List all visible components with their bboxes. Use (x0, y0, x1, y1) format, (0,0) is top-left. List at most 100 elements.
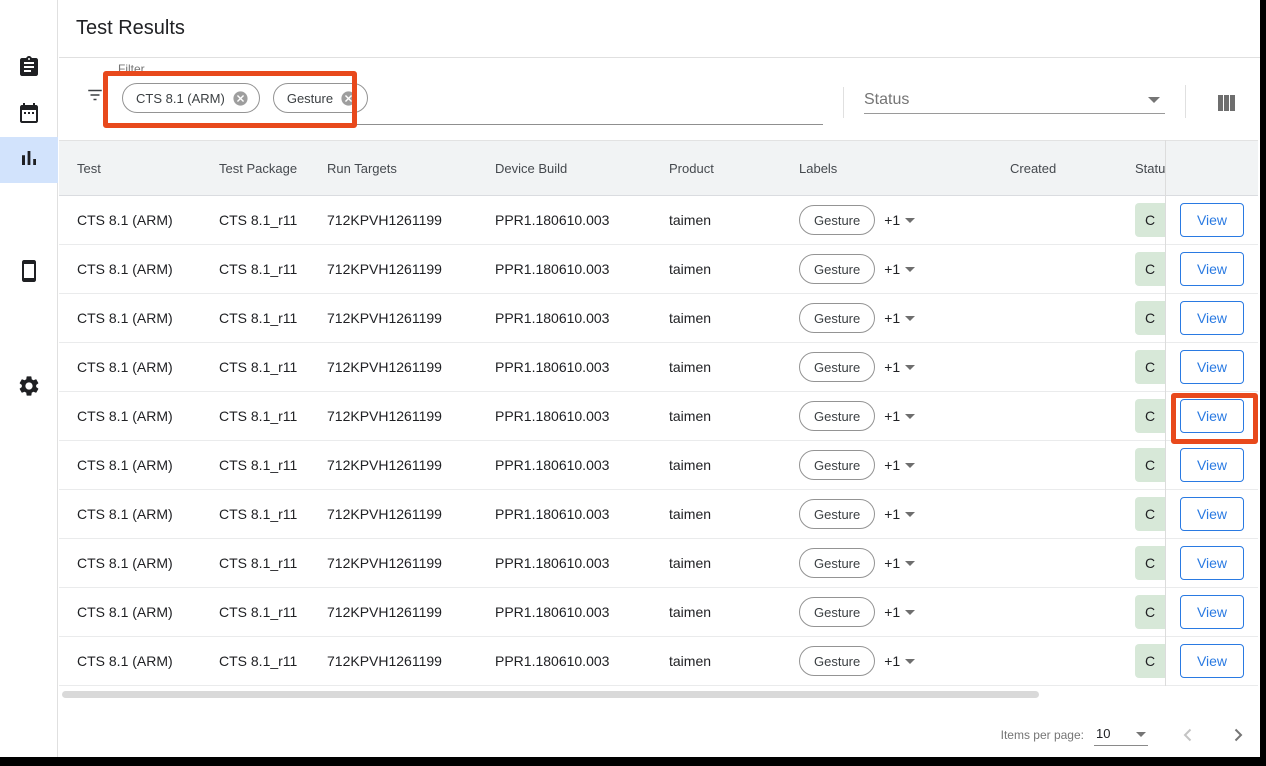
column-header-created: Created (1010, 161, 1135, 176)
more-labels-expander[interactable]: +1 (884, 555, 915, 571)
cell-product: taimen (669, 506, 799, 522)
table-header-row: TestTest PackageRun TargetsDevice BuildP… (59, 140, 1165, 196)
filter-chip-cts[interactable]: CTS 8.1 (ARM) (122, 83, 260, 113)
more-labels-expander[interactable]: +1 (884, 653, 915, 669)
sidebar-item-settings[interactable] (0, 365, 58, 411)
items-per-page-label: Items per page: (1001, 728, 1084, 742)
action-cell: View (1166, 343, 1258, 392)
view-button[interactable]: View (1180, 448, 1244, 482)
status-badge: C (1135, 644, 1165, 678)
page-size-value: 10 (1096, 726, 1110, 741)
status-badge: C (1135, 301, 1165, 335)
cell-test: CTS 8.1 (ARM) (59, 506, 219, 522)
cell-test: CTS 8.1 (ARM) (59, 310, 219, 326)
filter-list-icon[interactable] (86, 88, 104, 102)
cell-labels: Gesture +1 (799, 450, 1010, 480)
page-title: Test Results (76, 17, 185, 40)
label-chip: Gesture (799, 450, 875, 480)
more-labels-expander[interactable]: +1 (884, 261, 915, 277)
columns-icon[interactable] (1218, 95, 1236, 111)
status-badge: C (1135, 546, 1165, 580)
cell-device-build: PPR1.180610.003 (495, 457, 669, 473)
chevron-down-icon (905, 561, 915, 566)
filter-chip-gesture[interactable]: Gesture (273, 83, 368, 113)
cell-run-targets: 712KPVH1261199 (327, 310, 495, 326)
page-size-select[interactable]: 10 (1094, 724, 1148, 746)
cell-status: C (1135, 448, 1165, 482)
horizontal-scrollbar[interactable] (62, 691, 1039, 698)
table-row: CTS 8.1 (ARM)CTS 8.1_r11712KPVH1261199PP… (59, 245, 1165, 294)
status-select[interactable]: Status (864, 86, 1165, 114)
view-button[interactable]: View (1180, 644, 1244, 678)
cell-status: C (1135, 301, 1165, 335)
toolbar-divider (1185, 85, 1186, 118)
cell-test-package: CTS 8.1_r11 (219, 212, 327, 228)
cell-status: C (1135, 497, 1165, 531)
view-button[interactable]: View (1180, 203, 1244, 237)
cell-run-targets: 712KPVH1261199 (327, 653, 495, 669)
more-labels-expander[interactable]: +1 (884, 408, 915, 424)
cell-device-build: PPR1.180610.003 (495, 310, 669, 326)
status-select-underline (864, 113, 1165, 114)
pinned-action-column: View View View View View View View View View View (1165, 140, 1258, 686)
cell-product: taimen (669, 310, 799, 326)
window-edge-right (1260, 0, 1266, 766)
cell-product: taimen (669, 457, 799, 473)
next-page-button[interactable] (1226, 723, 1250, 747)
view-button[interactable]: View (1180, 301, 1244, 335)
sidebar-item-devices[interactable] (0, 250, 58, 296)
cell-test-package: CTS 8.1_r11 (219, 555, 327, 571)
view-button[interactable]: View (1180, 546, 1244, 580)
chevron-down-icon (1136, 732, 1146, 737)
cell-test: CTS 8.1 (ARM) (59, 408, 219, 424)
previous-page-button[interactable] (1176, 723, 1200, 747)
cell-status: C (1135, 203, 1165, 237)
action-cell: View (1166, 294, 1258, 343)
more-labels-expander[interactable]: +1 (884, 506, 915, 522)
status-badge: C (1135, 399, 1165, 433)
close-circle-icon[interactable] (340, 90, 357, 107)
cell-device-build: PPR1.180610.003 (495, 604, 669, 620)
cell-status: C (1135, 350, 1165, 384)
cell-product: taimen (669, 408, 799, 424)
table-row: CTS 8.1 (ARM)CTS 8.1_r11712KPVH1261199PP… (59, 588, 1165, 637)
sidebar-item-results[interactable] (0, 137, 58, 183)
column-header-device-build: Device Build (495, 161, 669, 176)
table-row: CTS 8.1 (ARM)CTS 8.1_r11712KPVH1261199PP… (59, 490, 1165, 539)
cell-test: CTS 8.1 (ARM) (59, 457, 219, 473)
cell-labels: Gesture+1 (799, 646, 1010, 676)
filter-chip-label: CTS 8.1 (ARM) (136, 91, 225, 106)
cell-run-targets: 712KPVH1261199 (327, 359, 495, 375)
more-labels-expander[interactable]: +1 (884, 604, 915, 620)
paginator: Items per page: 10 (59, 707, 1260, 763)
chevron-down-icon (905, 659, 915, 664)
chevron-down-icon (905, 316, 915, 321)
more-labels-expander[interactable]: +1 (884, 310, 915, 326)
table-row: CTS 8.1 (ARM)CTS 8.1_r11712KPVH1261199PP… (59, 392, 1165, 441)
view-button[interactable]: View (1180, 252, 1244, 286)
filter-chip-list: CTS 8.1 (ARM) Gesture (122, 83, 368, 113)
cell-status: C (1135, 644, 1165, 678)
sidebar-item-tests[interactable] (0, 46, 58, 92)
cell-run-targets: 712KPVH1261199 (327, 212, 495, 228)
view-button[interactable]: View (1180, 497, 1244, 531)
view-button[interactable]: View (1180, 350, 1244, 384)
status-badge: C (1135, 252, 1165, 286)
cell-test: CTS 8.1 (ARM) (59, 653, 219, 669)
view-button[interactable]: View (1180, 595, 1244, 629)
cell-status: C (1135, 546, 1165, 580)
sidebar-item-plans[interactable] (0, 92, 58, 138)
view-button[interactable]: View (1180, 399, 1244, 433)
table-body: CTS 8.1 (ARM)CTS 8.1_r11712KPVH1261199PP… (59, 196, 1165, 686)
cell-labels: Gesture+1 (799, 597, 1010, 627)
status-badge: C (1135, 595, 1165, 629)
action-cell: View (1166, 490, 1258, 539)
cell-run-targets: 712KPVH1261199 (327, 506, 495, 522)
cell-test-package: CTS 8.1_r11 (219, 604, 327, 620)
close-circle-icon[interactable] (232, 90, 249, 107)
pinned-column-header (1166, 140, 1258, 196)
more-labels-expander[interactable]: +1 (884, 457, 915, 473)
more-labels-expander[interactable]: +1 (884, 359, 915, 375)
more-labels-expander[interactable]: +1 (884, 212, 915, 228)
table-row: CTS 8.1 (ARM)CTS 8.1_r11712KPVH1261199PP… (59, 196, 1165, 245)
